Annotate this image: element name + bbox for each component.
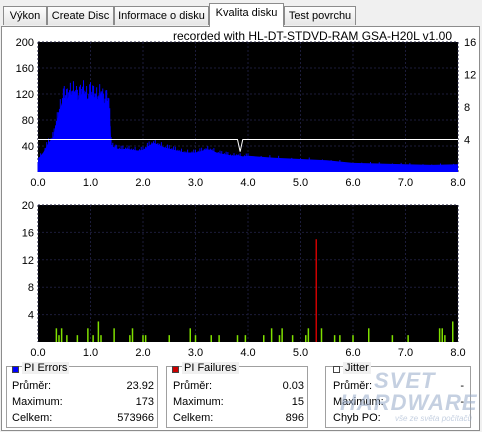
pi-errors-title: PI Errors	[22, 362, 70, 374]
x-tick-label: 4.0	[240, 347, 255, 359]
watermark-logo-line2: HARDWARE	[340, 390, 478, 415]
jitter-title: Jitter	[343, 362, 371, 374]
pi-errors-total-value: 573966	[117, 412, 154, 424]
pi-errors-legend-swatch	[12, 366, 19, 373]
x-tick-label: 6.0	[345, 347, 360, 359]
pi-errors-total-label: Celkem:	[12, 412, 53, 424]
y-tick-label: 16	[22, 227, 34, 239]
pi-errors-avg-label: Průměr:	[12, 380, 52, 392]
y-tick-label: 20	[22, 200, 34, 212]
y-tick-label: 8	[28, 282, 34, 294]
pi-failures-avg-value: 0.03	[282, 380, 304, 392]
tab-kvalita-disku[interactable]: Kvalita disku	[209, 3, 284, 27]
pi-failures-title: PI Failures	[182, 362, 239, 374]
x-tick-label: 8.0	[450, 347, 465, 359]
x-tick-label: 5.0	[293, 347, 308, 359]
pi-errors-max-label: Maximum:	[12, 396, 63, 408]
pi-failures-total-value: 896	[285, 412, 304, 424]
pi-errors-max-value: 173	[135, 396, 154, 408]
x-tick-label: 3.0	[188, 347, 203, 359]
pi-failures-max-label: Maximum:	[173, 396, 224, 408]
x-tick-label: 7.0	[398, 347, 413, 359]
x-tick-label: 0.0	[30, 347, 45, 359]
pi-failures-max-value: 15	[291, 396, 304, 408]
pi-failures-chart: 20 16 12 8 4 0.0 1.0 2.0 3.0 4.0 5.0 6.0 7.0 8.0	[22, 200, 466, 359]
x-tick-label: 1.0	[83, 347, 98, 359]
pi-failures-total-label: Celkem:	[173, 412, 214, 424]
y-tick-label: 4	[28, 310, 34, 322]
x-tick-label: 2.0	[135, 347, 150, 359]
pi-failures-legend-swatch	[172, 366, 179, 373]
y-tick-label: 12	[22, 255, 34, 267]
pi-failures-avg-label: Průměr:	[173, 380, 213, 392]
jitter-checkbox[interactable]	[333, 366, 340, 373]
pi-errors-avg-value: 23.92	[126, 380, 154, 392]
watermark-logo-tagline: vše ze světa počítačů	[395, 414, 472, 423]
